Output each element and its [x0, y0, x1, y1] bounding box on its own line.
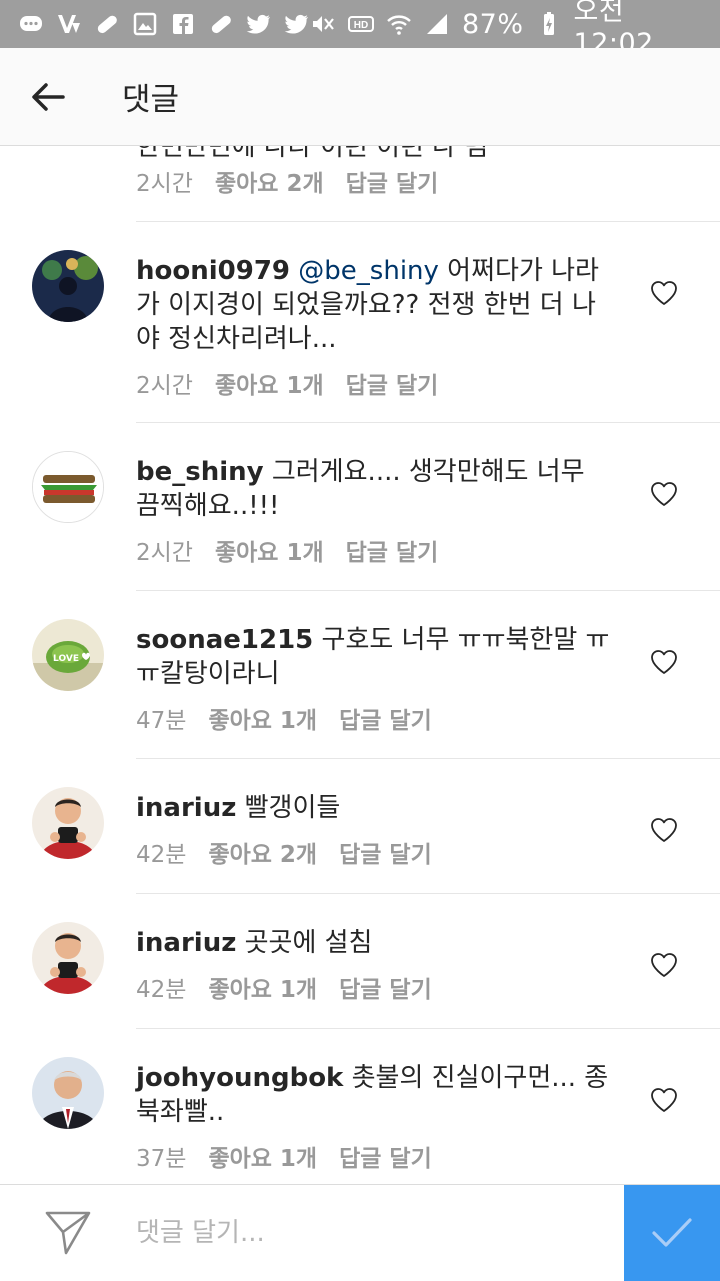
- battery-percent: 87%: [462, 8, 524, 40]
- comment-meta: 2시간 좋아요 1개 답글 달기: [136, 533, 438, 567]
- send-icon: [45, 1211, 91, 1254]
- notification-icons: [18, 11, 310, 37]
- post-comment-button[interactable]: [624, 1185, 720, 1281]
- reply-button[interactable]: 답글 달기: [339, 1139, 432, 1173]
- pill-icon: [208, 11, 234, 37]
- comment-item: inariuz 빨갱이들 42분 좋아요 2개 답글 달기: [0, 759, 720, 894]
- facebook-icon: [170, 11, 196, 37]
- comment-username[interactable]: be_shiny: [136, 457, 264, 487]
- comment-username[interactable]: hooni0979: [136, 256, 290, 286]
- heart-icon: [651, 281, 677, 305]
- comment-likes[interactable]: 좋아요 1개: [208, 701, 317, 735]
- status-bar: HD 87% 오전 12:02: [0, 0, 720, 59]
- svg-text:HD: HD: [354, 20, 368, 31]
- avatar[interactable]: [32, 250, 104, 322]
- comment-item: be_shiny 그러게요.... 생각만해도 너무 끔찍해요..!!! 2시간…: [0, 423, 720, 591]
- back-button[interactable]: [0, 48, 96, 146]
- arrow-left-icon: [32, 82, 65, 111]
- comment-time: 37분: [136, 1146, 187, 1172]
- reply-button[interactable]: 답글 달기: [346, 366, 439, 400]
- page-title: 댓글: [122, 82, 180, 118]
- gallery-icon: [132, 11, 158, 37]
- heart-icon: [651, 650, 677, 674]
- comment-meta: 47분 좋아요 1개 답글 달기: [136, 701, 432, 735]
- comment-time: 2시간: [136, 373, 193, 399]
- partial-comment-text: 한번만번에 나라 이런 이런 나 렴: [136, 146, 489, 162]
- like-button[interactable]: [648, 1084, 680, 1116]
- v3-app-icon: [56, 11, 82, 37]
- twitter-icon: [284, 11, 310, 37]
- comment-item: inariuz 곳곳에 설침 42분 좋아요 1개 답글 달기: [0, 894, 720, 1029]
- mute-icon: [310, 11, 336, 37]
- avatar[interactable]: [32, 1057, 104, 1129]
- like-button[interactable]: [648, 814, 680, 846]
- comment-meta: 2시간 좋아요 1개 답글 달기: [136, 366, 438, 400]
- direct-send-button[interactable]: [0, 1185, 136, 1281]
- battery-charging-icon: [536, 11, 562, 37]
- comment-time: 2시간: [136, 171, 193, 197]
- comment-input-bar: [0, 1184, 720, 1281]
- comment-likes[interactable]: 좋아요 1개: [208, 1139, 317, 1173]
- heart-icon: [651, 482, 677, 506]
- comment-item: joohyoungbok 촛불의 진실이구먼... 종북좌빨.. 37분 좋아요…: [0, 1029, 720, 1184]
- comment-username[interactable]: joohyoungbok: [136, 1063, 343, 1093]
- heart-icon: [651, 953, 677, 977]
- svg-text:LOVE: LOVE: [53, 654, 79, 664]
- comment-message: 빨갱이들: [236, 793, 341, 823]
- comment-item: hooni0979 @be_shiny 어쩌다가 나라가 이지경이 되었을까요?…: [0, 222, 720, 423]
- comment-time: 2시간: [136, 540, 193, 566]
- comment-text: joohyoungbok 촛불의 진실이구먼... 종북좌빨..: [136, 1061, 616, 1129]
- comment-time: 42분: [136, 842, 187, 868]
- comment-text: inariuz 곳곳에 설침: [136, 926, 616, 960]
- comment-time: 47분: [136, 708, 187, 734]
- app-header: 댓글: [0, 48, 720, 146]
- like-button[interactable]: [648, 277, 680, 309]
- comment-time: 42분: [136, 977, 187, 1003]
- comment-username[interactable]: inariuz: [136, 928, 236, 958]
- reply-button[interactable]: 답글 달기: [346, 533, 439, 567]
- comment-meta: 42분 좋아요 1개 답글 달기: [136, 970, 432, 1004]
- comment-list[interactable]: 한번만번에 나라 이런 이런 나 렴 2시간 좋아요 2개 답글 달기 hoon…: [0, 146, 720, 1184]
- comment-username[interactable]: soonae1215: [136, 625, 313, 655]
- like-button[interactable]: [648, 949, 680, 981]
- reply-button[interactable]: 답글 달기: [339, 835, 432, 869]
- heart-icon: [651, 818, 677, 842]
- avatar[interactable]: [32, 451, 104, 523]
- reply-button[interactable]: 답글 달기: [339, 701, 432, 735]
- like-button[interactable]: [648, 646, 680, 678]
- comment-meta: 2시간 좋아요 2개 답글 달기: [136, 164, 438, 198]
- twitter-icon: [246, 11, 272, 37]
- hd-icon: HD: [348, 11, 374, 37]
- signal-icon: [424, 11, 450, 37]
- comment-likes[interactable]: 좋아요 1개: [215, 533, 324, 567]
- partial-comment: 한번만번에 나라 이런 이런 나 렴 2시간 좋아요 2개 답글 달기: [136, 146, 720, 222]
- comment-likes[interactable]: 좋아요 2개: [208, 835, 317, 869]
- comment-likes[interactable]: 좋아요 1개: [208, 970, 317, 1004]
- comment-meta: 37분 좋아요 1개 답글 달기: [136, 1139, 432, 1173]
- pill-icon: [94, 11, 120, 37]
- comment-item: LOVE soonae1215 구호도 너무 ㅠㅠ북한말 ㅠㅠ칼탕이라니 47분…: [0, 591, 720, 759]
- comment-message: 곳곳에 설침: [236, 928, 373, 958]
- reply-button[interactable]: 답글 달기: [346, 164, 439, 198]
- comment-username[interactable]: inariuz: [136, 793, 236, 823]
- comment-mention[interactable]: @be_shiny: [298, 256, 439, 286]
- comment-text: soonae1215 구호도 너무 ㅠㅠ북한말 ㅠㅠ칼탕이라니: [136, 623, 616, 691]
- comment-input[interactable]: [136, 1184, 624, 1281]
- avatar[interactable]: LOVE: [32, 619, 104, 691]
- heart-icon: [651, 1088, 677, 1112]
- avatar[interactable]: [32, 787, 104, 859]
- reply-button[interactable]: 답글 달기: [339, 970, 432, 1004]
- chat-icon: [18, 11, 44, 37]
- comment-likes[interactable]: 좋아요 1개: [215, 366, 324, 400]
- like-button[interactable]: [648, 478, 680, 510]
- comment-text: hooni0979 @be_shiny 어쩌다가 나라가 이지경이 되었을까요?…: [136, 254, 616, 356]
- avatar[interactable]: [32, 922, 104, 994]
- comment-text: inariuz 빨갱이들: [136, 791, 616, 825]
- comment-meta: 42분 좋아요 2개 답글 달기: [136, 835, 432, 869]
- comment-text: be_shiny 그러게요.... 생각만해도 너무 끔찍해요..!!!: [136, 455, 616, 523]
- checkmark-icon: [652, 1218, 692, 1247]
- comment-likes[interactable]: 좋아요 2개: [215, 164, 324, 198]
- wifi-icon: [386, 11, 412, 37]
